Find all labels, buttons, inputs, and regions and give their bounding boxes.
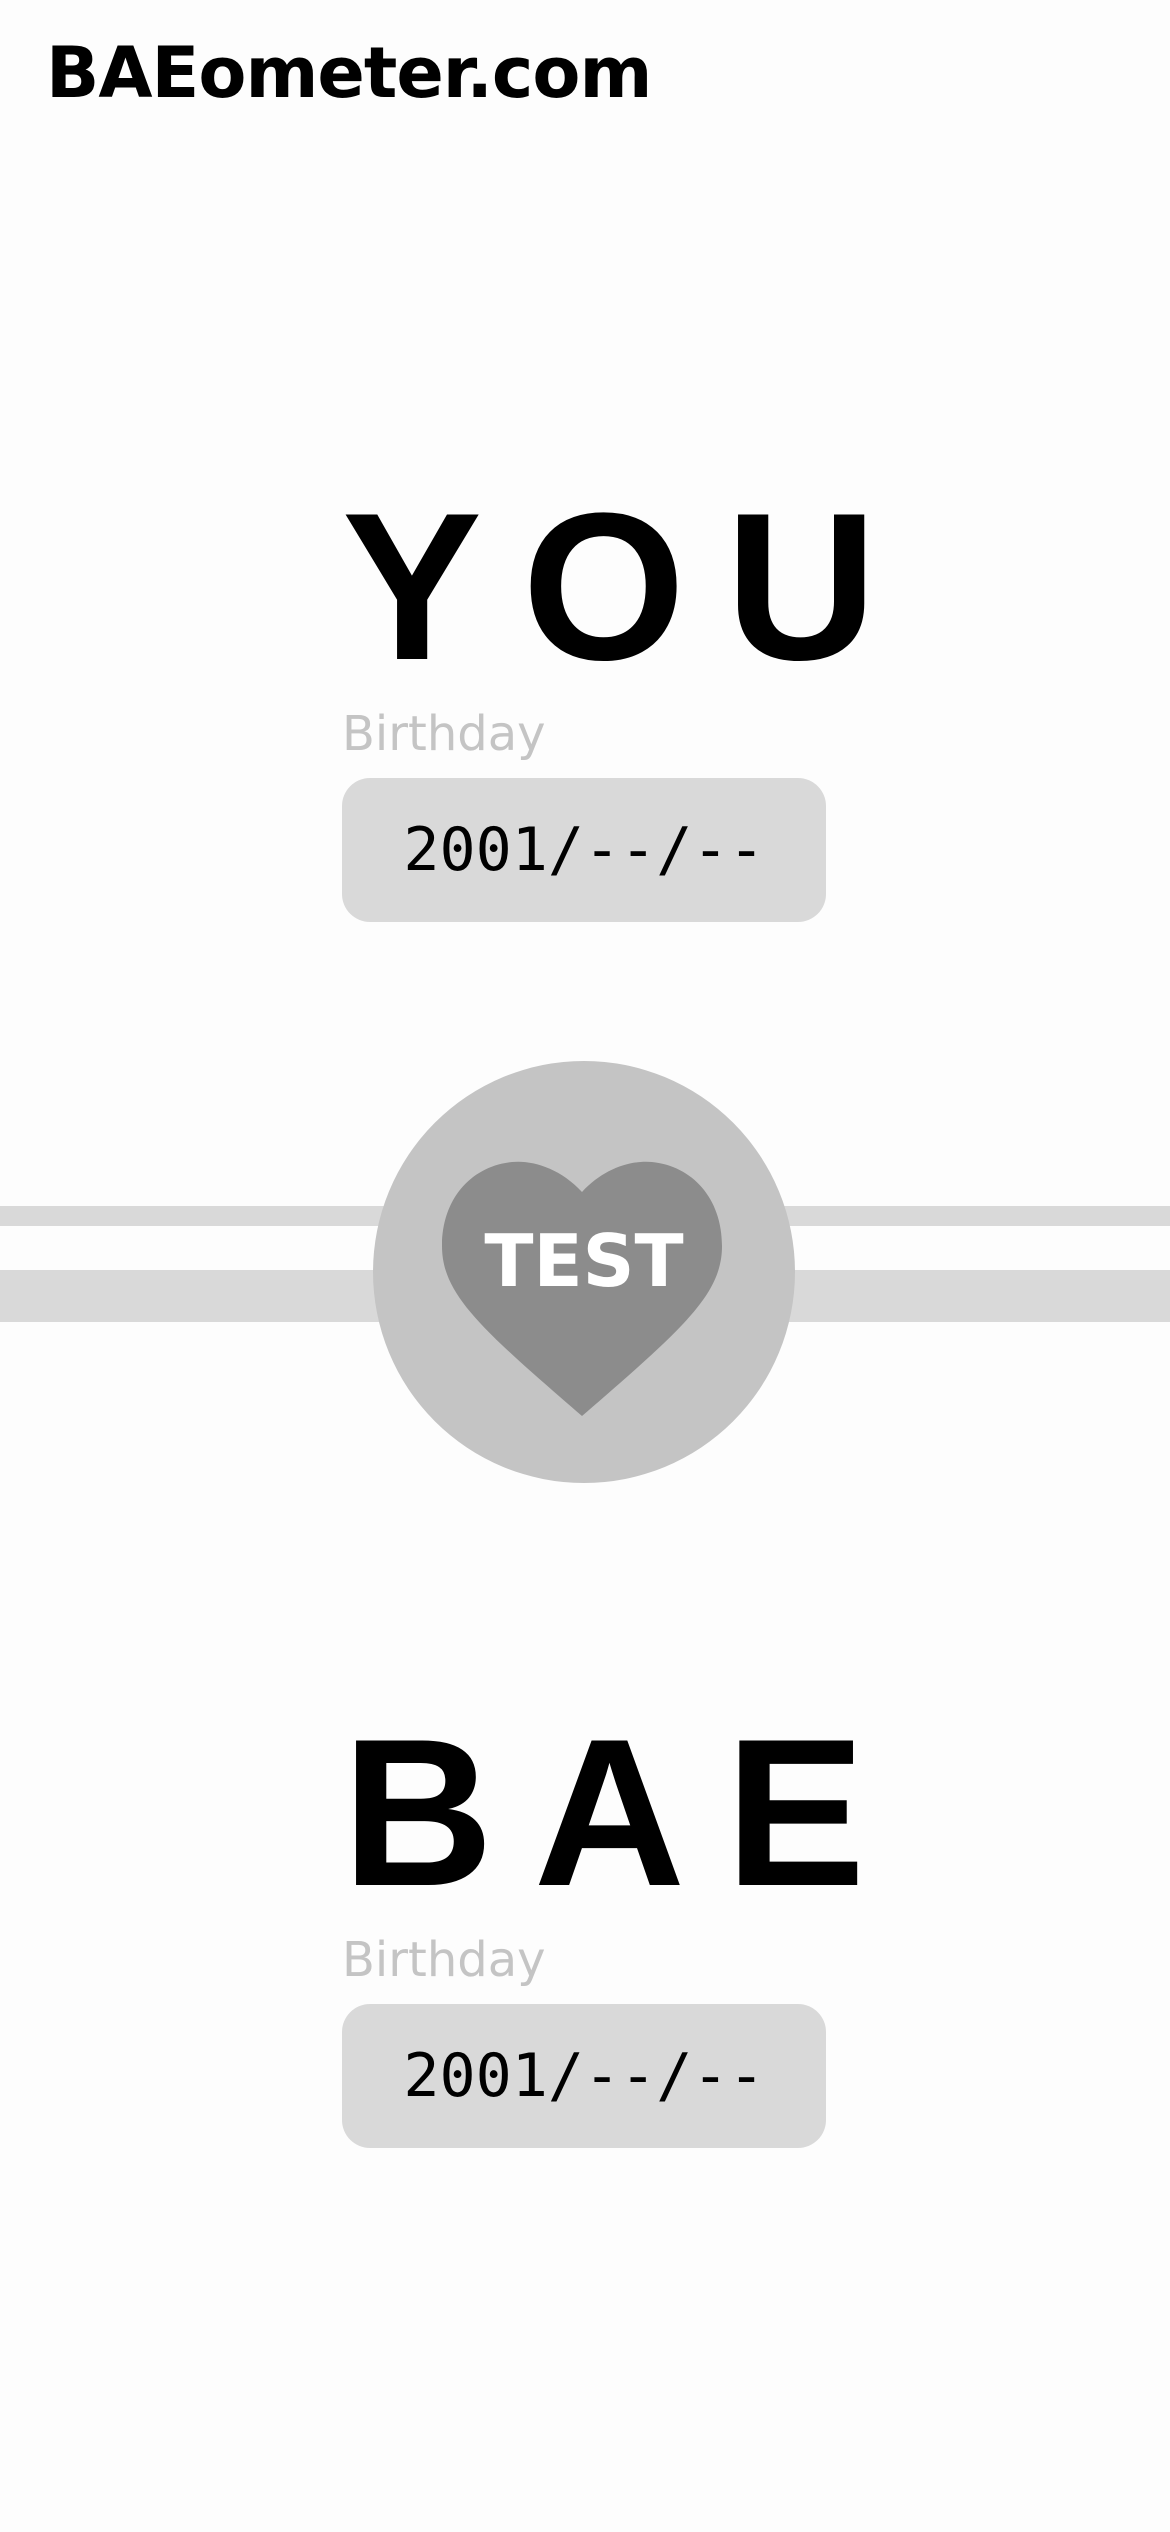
bae-section: BAE Birthday 2001/--/-- [342, 1695, 906, 2148]
you-section: YOU Birthday 2001/--/-- [342, 469, 918, 922]
page: BAEometer.com YOU Birthday 2001/--/-- TE… [0, 0, 1170, 2532]
heart-icon [442, 1161, 722, 1416]
bae-heading: BAE [342, 1695, 906, 1930]
you-birthday-label: Birthday [342, 706, 546, 762]
bae-birthday-field[interactable]: 2001/--/-- [342, 2004, 826, 2148]
bae-birthday-label: Birthday [342, 1932, 546, 1988]
site-title: BAEometer.com [46, 32, 652, 114]
you-birthday-field[interactable]: 2001/--/-- [342, 778, 826, 922]
you-heading: YOU [342, 469, 918, 704]
